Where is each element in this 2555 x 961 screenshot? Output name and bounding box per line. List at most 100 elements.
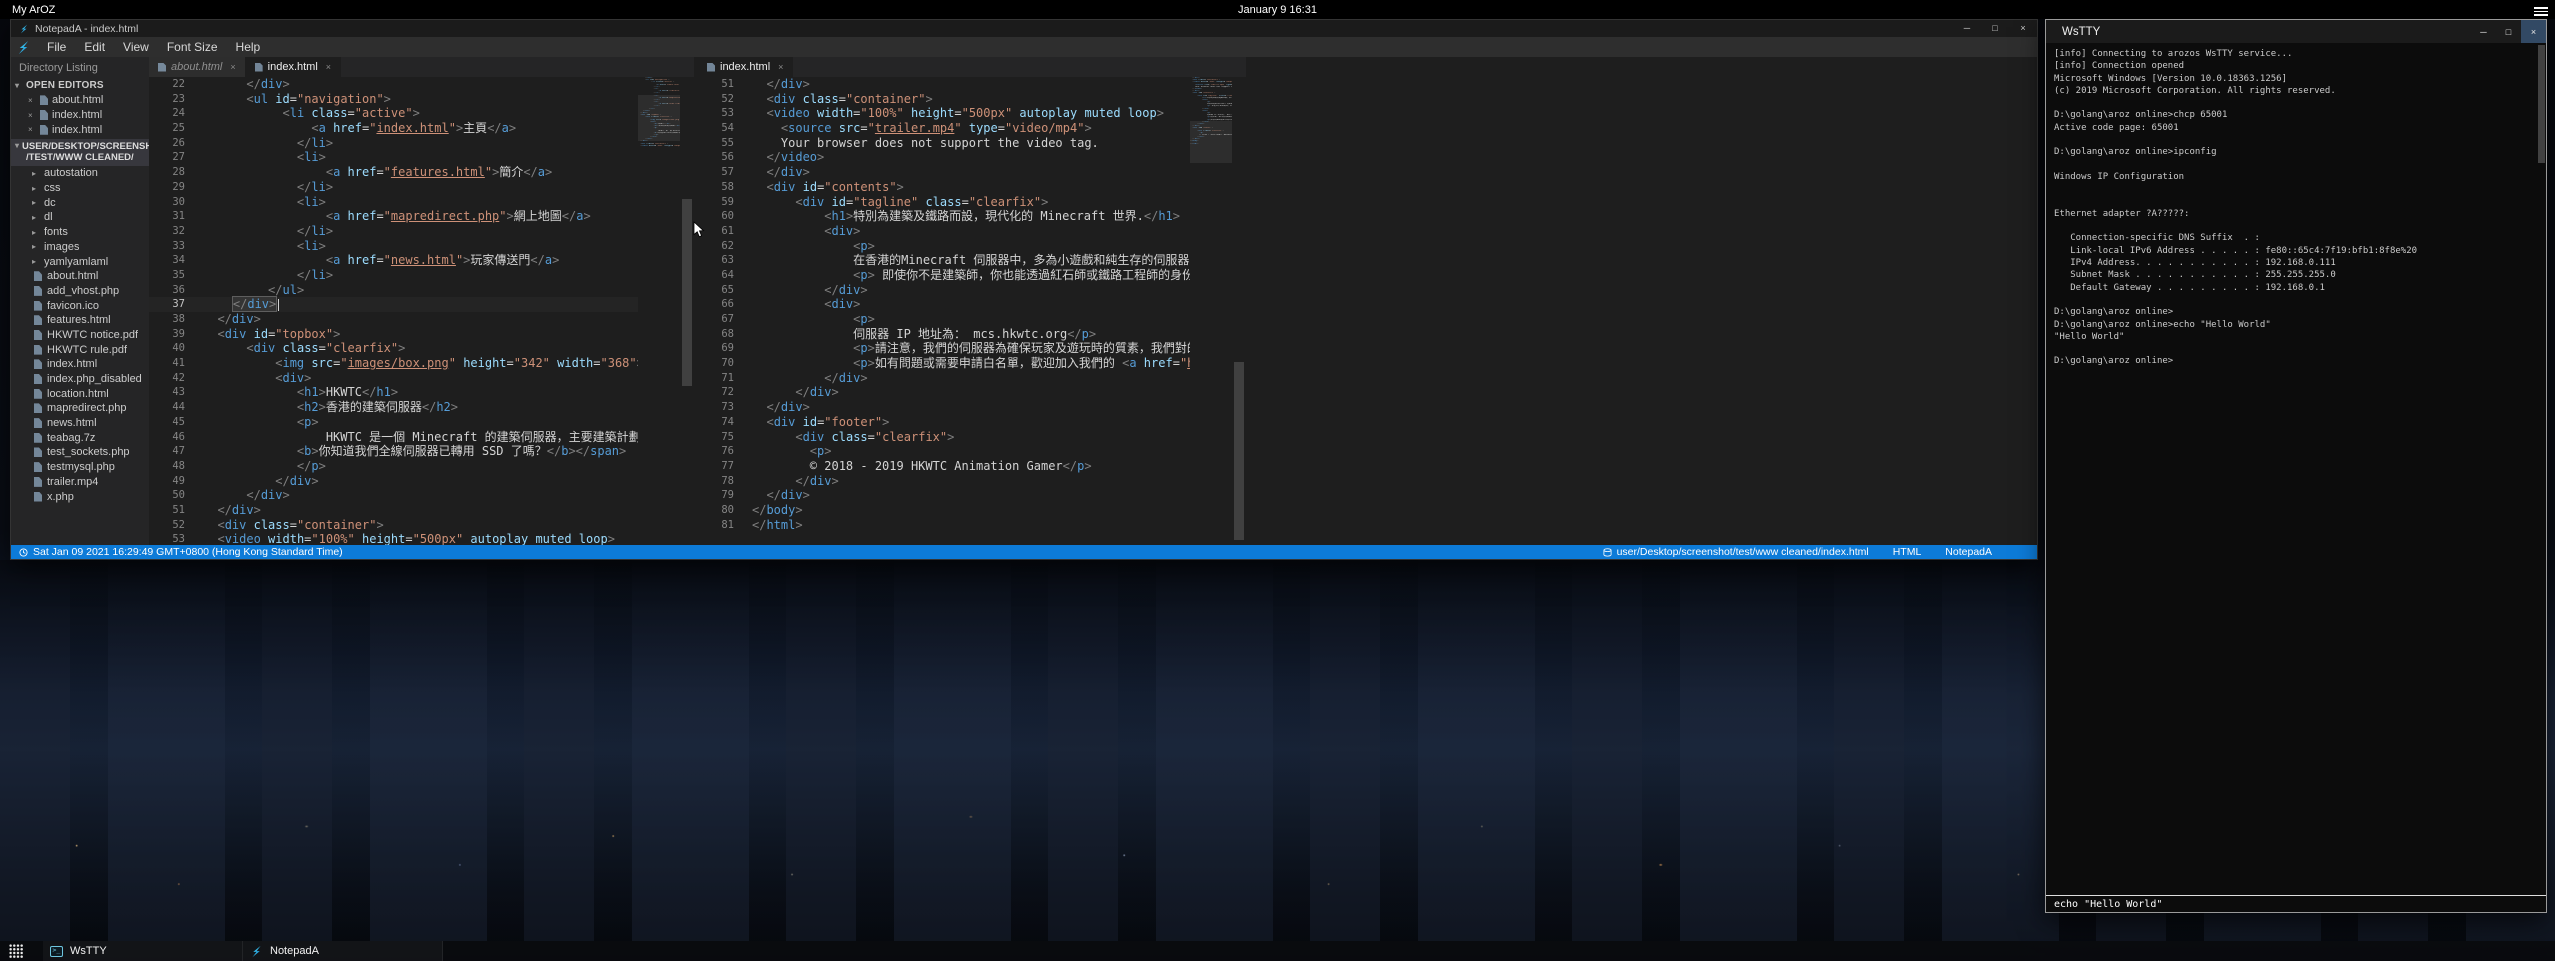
open-editors-section[interactable]: ▾ OPEN EDITORS xyxy=(11,78,149,93)
status-bar: Sat Jan 09 2021 16:29:49 GMT+0800 (Hong … xyxy=(11,545,2037,559)
editor-pane-right: index.html× 51 </div>52 <div class="cont… xyxy=(698,57,1246,545)
taskbar-item-notepada[interactable]: NotepadA xyxy=(243,941,443,961)
file-mapredirect.php[interactable]: mapredirect.php xyxy=(11,401,149,416)
menu-font-size[interactable]: Font Size xyxy=(158,40,227,54)
code-line-46: 46 HKWTC 是一個 Minecraft 的建築伺服器，主要建築計劃包括鐵路 xyxy=(149,430,694,445)
chevron-right-icon: ▸ xyxy=(32,257,39,266)
taskbar-item-wstty[interactable]: WsTTY xyxy=(43,941,243,961)
terminal-line xyxy=(2054,220,2546,232)
close-icon[interactable]: × xyxy=(326,62,331,72)
code-area[interactable]: 22 </div>23 <ul id="navigation">24 <li c… xyxy=(149,77,694,545)
folder-dc[interactable]: ▸dc xyxy=(11,195,149,210)
editor-area: about.html×index.html× 22 </div>23 <ul i… xyxy=(149,57,2037,545)
code-line-35: 35 </li> xyxy=(149,268,694,283)
file-index.php_disabled[interactable]: index.php_disabled xyxy=(11,372,149,387)
file-x.php[interactable]: x.php xyxy=(11,489,149,504)
close-icon[interactable]: × xyxy=(28,111,36,120)
terminal-input[interactable]: echo "Hello World" xyxy=(2046,895,2546,912)
file-teabag.7z[interactable]: teabag.7z xyxy=(11,430,149,445)
code-line-41: 41 <img src="images/box.png" height="342… xyxy=(149,356,694,371)
close-icon[interactable]: × xyxy=(230,62,235,72)
terminal-line: Default Gateway . . . . . . . . . : 192.… xyxy=(2054,282,2546,294)
file-HKWTC notice.pdf[interactable]: HKWTC notice.pdf xyxy=(11,328,149,343)
wstty-titlebar[interactable]: WsTTY ─ □ × xyxy=(2046,20,2546,43)
notepada-menubar: FileEditViewFont SizeHelp xyxy=(11,37,2037,57)
file-test_sockets.php[interactable]: test_sockets.php xyxy=(11,445,149,460)
code-line-54: 54 <source src="trailer.mp4" type="video… xyxy=(698,121,1246,136)
chevron-right-icon: ▸ xyxy=(32,213,39,222)
clock-icon xyxy=(19,548,28,557)
terminal-line: D:\golang\aroz online>chcp 65001 xyxy=(2054,109,2546,121)
folder-dl[interactable]: ▸dl xyxy=(11,210,149,225)
code-line-67: 67 <p> xyxy=(698,312,1246,327)
maximize-icon[interactable]: □ xyxy=(1981,20,2009,37)
menu-file[interactable]: File xyxy=(38,40,75,54)
code-line-26: 26 </li> xyxy=(149,136,694,151)
menu-edit[interactable]: Edit xyxy=(75,40,114,54)
code-line-51: 51 </div> xyxy=(698,77,1246,92)
terminal-line: (c) 2019 Microsoft Corporation. All righ… xyxy=(2054,85,2546,97)
file-location.html[interactable]: location.html xyxy=(11,386,149,401)
minimize-icon[interactable]: ─ xyxy=(1953,20,1981,37)
file-favicon.ico[interactable]: favicon.ico xyxy=(11,298,149,313)
open-editor-about.html[interactable]: ×about.html xyxy=(11,93,149,108)
open-editor-index.html[interactable]: ×index.html xyxy=(11,108,149,123)
workspace-folder-header[interactable]: ▾ USER/DESKTOP/SCREENSHOT /TEST/WWW CLEA… xyxy=(11,139,149,166)
system-brand[interactable]: My ArOZ xyxy=(0,4,55,16)
close-icon[interactable]: × xyxy=(778,62,783,72)
close-icon[interactable]: × xyxy=(28,96,36,105)
code-line-68: 68 伺服器 IP 地址為： mcs.hkwtc.org</p> xyxy=(698,327,1246,342)
file-icon xyxy=(40,95,48,105)
folder-images[interactable]: ▸images xyxy=(11,240,149,255)
vertical-scrollbar[interactable] xyxy=(1232,77,1246,545)
open-editor-index.html[interactable]: ×index.html xyxy=(11,122,149,137)
folder-autostation[interactable]: ▸autostation xyxy=(11,166,149,181)
minimap-slider[interactable] xyxy=(638,95,680,141)
close-icon[interactable]: × xyxy=(2521,20,2546,43)
file-news.html[interactable]: news.html xyxy=(11,416,149,431)
status-language[interactable]: HTML xyxy=(1893,546,1922,558)
app-grid-icon[interactable] xyxy=(9,944,23,958)
file-features.html[interactable]: features.html xyxy=(11,313,149,328)
file-about.html[interactable]: about.html xyxy=(11,269,149,284)
hamburger-menu-icon[interactable] xyxy=(2534,5,2548,18)
file-icon xyxy=(34,433,42,443)
notepada-window: NotepadA - index.html ─ □ × FileEditView… xyxy=(10,19,2038,560)
folder-fonts[interactable]: ▸fonts xyxy=(11,225,149,240)
window-title: WsTTY xyxy=(2046,26,2100,38)
minimap[interactable]: </div> <ul id="navigation"> <li class="a… xyxy=(638,77,680,545)
code-line-61: 61 <div> xyxy=(698,224,1246,239)
editor-tab-index.html[interactable]: index.html× xyxy=(246,57,341,77)
file-icon xyxy=(34,418,42,428)
terminal-output[interactable]: [info] Connecting to arozos WsTTY servic… xyxy=(2046,43,2546,895)
terminal-scrollbar[interactable] xyxy=(2538,45,2545,163)
minimap[interactable]: </div> <div class="container"> <video wi… xyxy=(1190,77,1232,545)
minimap-slider[interactable] xyxy=(1190,121,1232,163)
file-trailer.mp4[interactable]: trailer.mp4 xyxy=(11,475,149,490)
maximize-icon[interactable]: □ xyxy=(2496,20,2521,43)
file-HKWTC rule.pdf[interactable]: HKWTC rule.pdf xyxy=(11,342,149,357)
minimize-icon[interactable]: ─ xyxy=(2471,20,2496,43)
code-area[interactable]: 51 </div>52 <div class="container">53 <v… xyxy=(698,77,1246,545)
editor-tab-index.html[interactable]: index.html× xyxy=(698,57,793,77)
code-line-38: 38 </div> xyxy=(149,312,694,327)
editor-tab-about.html[interactable]: about.html× xyxy=(149,57,246,77)
terminal-line: "Hello World" xyxy=(2054,331,2546,343)
file-index.html[interactable]: index.html xyxy=(11,357,149,372)
terminal-line: D:\golang\aroz online> xyxy=(2054,306,2546,318)
code-line-31: 31 <a href="mapredirect.php">網上地圖</a> xyxy=(149,209,694,224)
vertical-scrollbar[interactable] xyxy=(680,77,694,545)
file-add_vhost.php[interactable]: add_vhost.php xyxy=(11,284,149,299)
file-icon xyxy=(34,374,42,384)
code-line-75: 75 <div class="clearfix"> xyxy=(698,430,1246,445)
close-icon[interactable]: × xyxy=(28,125,36,134)
folder-yamlyamlaml[interactable]: ▸yamlyamlaml xyxy=(11,254,149,269)
menu-view[interactable]: View xyxy=(114,40,158,54)
terminal-line: Connection-specific DNS Suffix . : xyxy=(2054,232,2546,244)
code-line-34: 34 <a href="news.html">玩家傳送門</a> xyxy=(149,253,694,268)
folder-css[interactable]: ▸css xyxy=(11,181,149,196)
file-testmysql.php[interactable]: testmysql.php xyxy=(11,460,149,475)
notepada-titlebar[interactable]: NotepadA - index.html ─ □ × xyxy=(11,20,2037,37)
menu-help[interactable]: Help xyxy=(227,40,270,54)
close-icon[interactable]: × xyxy=(2009,20,2037,37)
